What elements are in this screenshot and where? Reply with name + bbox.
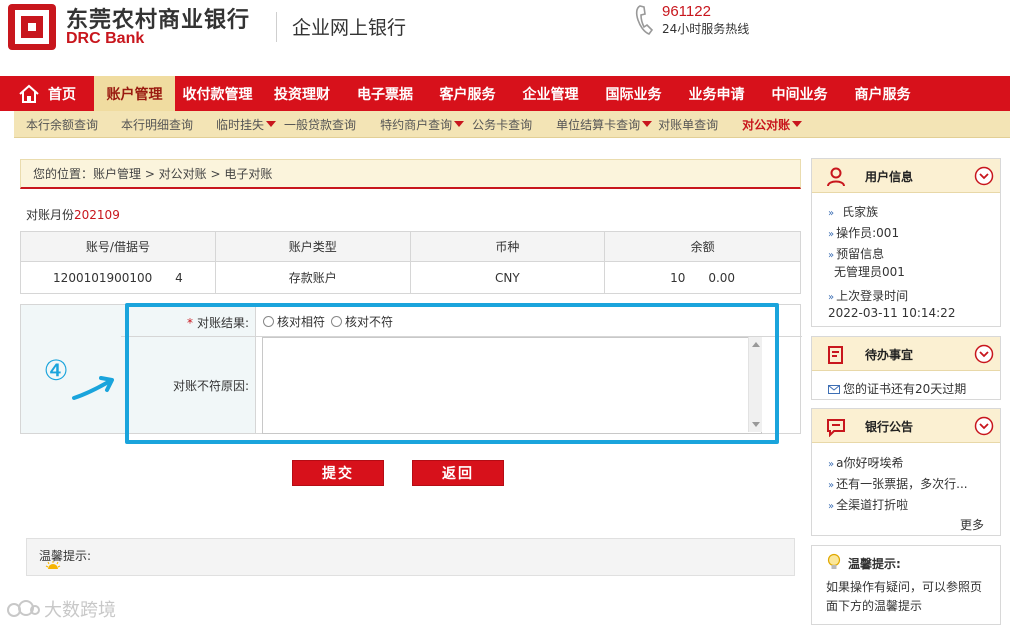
- nav-home-label: 首页: [48, 86, 76, 103]
- cell-type: 存款账户: [214, 261, 411, 294]
- subnav-official-card-query[interactable]: 公务卡查询: [472, 116, 532, 133]
- announcement-item[interactable]: » 还有一张票据，多次行...: [828, 475, 968, 492]
- nav-payments[interactable]: 收付款管理: [175, 76, 260, 111]
- warm-tips-title: 温馨提示:: [848, 557, 901, 571]
- warm-tips-panel: 温馨提示: 如果操作有疑问，可以参照页 面下方的温馨提示: [811, 545, 1001, 625]
- double-chevron-icon: »: [828, 459, 835, 470]
- bank-logo-icon: [8, 4, 56, 50]
- message-icon: [827, 419, 845, 437]
- column-header-account: 账号/借据号: [20, 231, 216, 262]
- dropdown-arrow-icon: [792, 121, 803, 127]
- cell-currency: CNY: [409, 261, 606, 294]
- column-header-type: 账户类型: [214, 231, 411, 262]
- account-table: 账号/借据号 账户类型 币种 余额 1200101900100 4 存款账户 C…: [20, 231, 801, 294]
- hotline-label: 24小时服务热线: [662, 22, 750, 36]
- double-chevron-icon: »: [828, 208, 835, 219]
- announcements-panel: 银行公告 » a你好呀埃希 » 还有一张票据，多次行... » 全渠道打折啦 更多: [811, 408, 1001, 536]
- column-header-balance: 余额: [604, 231, 801, 262]
- cell-balance: 10 0.00: [604, 261, 801, 294]
- collapse-icon[interactable]: [974, 416, 994, 436]
- column-header-currency: 币种: [409, 231, 606, 262]
- double-chevron-icon: »: [828, 250, 835, 261]
- todo-list-icon: [828, 346, 843, 364]
- todo-title: 待办事宜: [865, 348, 914, 362]
- breadcrumb: 您的位置：账户管理 > 对公对账 > 电子对账: [20, 159, 801, 189]
- sub-nav: 本行余额查询 本行明细查询 临时挂失 一般贷款查询 特约商户查询 公务卡查询 单…: [14, 111, 1010, 138]
- cell-account: 1200101900100 4: [20, 261, 216, 294]
- reserved-info-value: 无管理员001: [834, 265, 905, 279]
- double-chevron-icon: »: [828, 501, 835, 512]
- phone-icon: [635, 5, 654, 35]
- user-name: » 氏家族: [828, 205, 879, 219]
- nav-enterprise-management[interactable]: 企业管理: [509, 76, 592, 111]
- nav-business-application[interactable]: 业务申请: [675, 76, 758, 111]
- lightbulb-icon: [827, 553, 841, 569]
- user-icon: [827, 167, 845, 187]
- subnav-balance-query[interactable]: 本行余额查询: [26, 116, 98, 133]
- more-link[interactable]: 更多: [960, 516, 984, 533]
- subnav-statement-query[interactable]: 对账单查询: [658, 116, 718, 133]
- todo-item[interactable]: 您的证书还有20天过期: [828, 380, 966, 397]
- subnav-loan-query[interactable]: 一般贷款查询: [284, 116, 356, 133]
- dropdown-arrow-icon: [266, 121, 277, 127]
- nav-merchant-service[interactable]: 商户服务: [841, 76, 924, 111]
- dropdown-arrow-icon: [642, 121, 653, 127]
- announcements-header: 银行公告: [812, 409, 1000, 443]
- nav-international[interactable]: 国际业务: [592, 76, 675, 111]
- announcement-item[interactable]: » a你好呀埃希: [828, 454, 903, 471]
- hotline-number: 961122: [662, 3, 711, 20]
- statement-month-label: 对账月份: [26, 208, 75, 222]
- announcement-item[interactable]: » 全渠道打折啦: [828, 496, 908, 513]
- user-info-header: 用户信息: [812, 159, 1000, 193]
- last-login-label: » 上次登录时间: [828, 289, 909, 303]
- mail-icon: [828, 385, 840, 394]
- nav-home[interactable]: 首页: [0, 76, 94, 111]
- table-row: 1200101900100 4 存款账户 CNY 10 0.00: [20, 261, 801, 294]
- annotation-arrow-icon: [72, 376, 114, 400]
- reserved-info-label: » 预留信息: [828, 247, 885, 261]
- subnav-detail-query[interactable]: 本行明细查询: [121, 116, 193, 133]
- home-icon: [19, 84, 39, 103]
- annotation-highlight-box: [125, 303, 779, 444]
- nav-account-management[interactable]: 账户管理: [94, 76, 175, 111]
- annotation-step-number: ④: [43, 354, 69, 387]
- nav-customer-service[interactable]: 客户服务: [426, 76, 509, 111]
- statement-month-value: 202109: [74, 208, 120, 222]
- double-chevron-icon: »: [828, 292, 835, 303]
- subnav-merchant-query[interactable]: 特约商户查询: [380, 116, 465, 133]
- bank-name-en: DRC Bank: [66, 30, 145, 47]
- collapse-icon[interactable]: [974, 166, 994, 186]
- statement-month: 对账月份202109: [26, 206, 120, 223]
- subnav-temporary-loss[interactable]: 临时挂失: [216, 116, 277, 133]
- operator: » 操作员:001: [828, 226, 900, 240]
- submit-button[interactable]: 提交: [292, 460, 384, 486]
- back-button[interactable]: 返回: [412, 460, 504, 486]
- tips-box: 温馨提示:: [26, 538, 795, 576]
- user-info-title: 用户信息: [865, 170, 914, 184]
- watermark: 大数跨境: [6, 596, 116, 622]
- announcements-title: 银行公告: [865, 420, 914, 434]
- subnav-settlement-card-query[interactable]: 单位结算卡查询: [556, 116, 653, 133]
- double-chevron-icon: »: [828, 480, 835, 491]
- user-info-panel: 用户信息 » 氏家族 » 操作员:001 » 预留信息 无管理员001 » 上次登录时间…: [811, 158, 1001, 327]
- product-title: 企业网上银行: [292, 17, 407, 39]
- nav-investment[interactable]: 投资理财: [260, 76, 344, 111]
- last-login-time: 2022-03-11 10:14:22: [828, 306, 956, 320]
- main-nav: 首页 账户管理 收付款管理 投资理财 电子票据 客户服务 企业管理 国际业务 业…: [0, 76, 1010, 111]
- double-chevron-icon: »: [828, 229, 835, 240]
- collapse-icon[interactable]: [974, 344, 994, 364]
- todo-header: 待办事宜: [812, 337, 1000, 371]
- header: 东莞农村商业银行 DRC Bank 企业网上银行 961122 24小时服务热线: [0, 0, 1010, 76]
- dropdown-arrow-icon: [454, 121, 465, 127]
- subnav-corporate-reconciliation[interactable]: 对公对账: [742, 116, 803, 133]
- header-divider: [276, 12, 277, 42]
- todo-panel: 待办事宜 您的证书还有20天过期: [811, 336, 1001, 400]
- nav-intermediary[interactable]: 中间业务: [758, 76, 841, 111]
- warm-tips-text-line2: 面下方的温馨提示: [826, 599, 923, 613]
- sun-icon: [45, 561, 61, 569]
- warm-tips-text-line1: 如果操作有疑问，可以参照页: [826, 580, 983, 594]
- watermark-text: 大数跨境: [44, 600, 116, 621]
- watermark-logo-icon: [7, 600, 40, 617]
- nav-e-bills[interactable]: 电子票据: [344, 76, 426, 111]
